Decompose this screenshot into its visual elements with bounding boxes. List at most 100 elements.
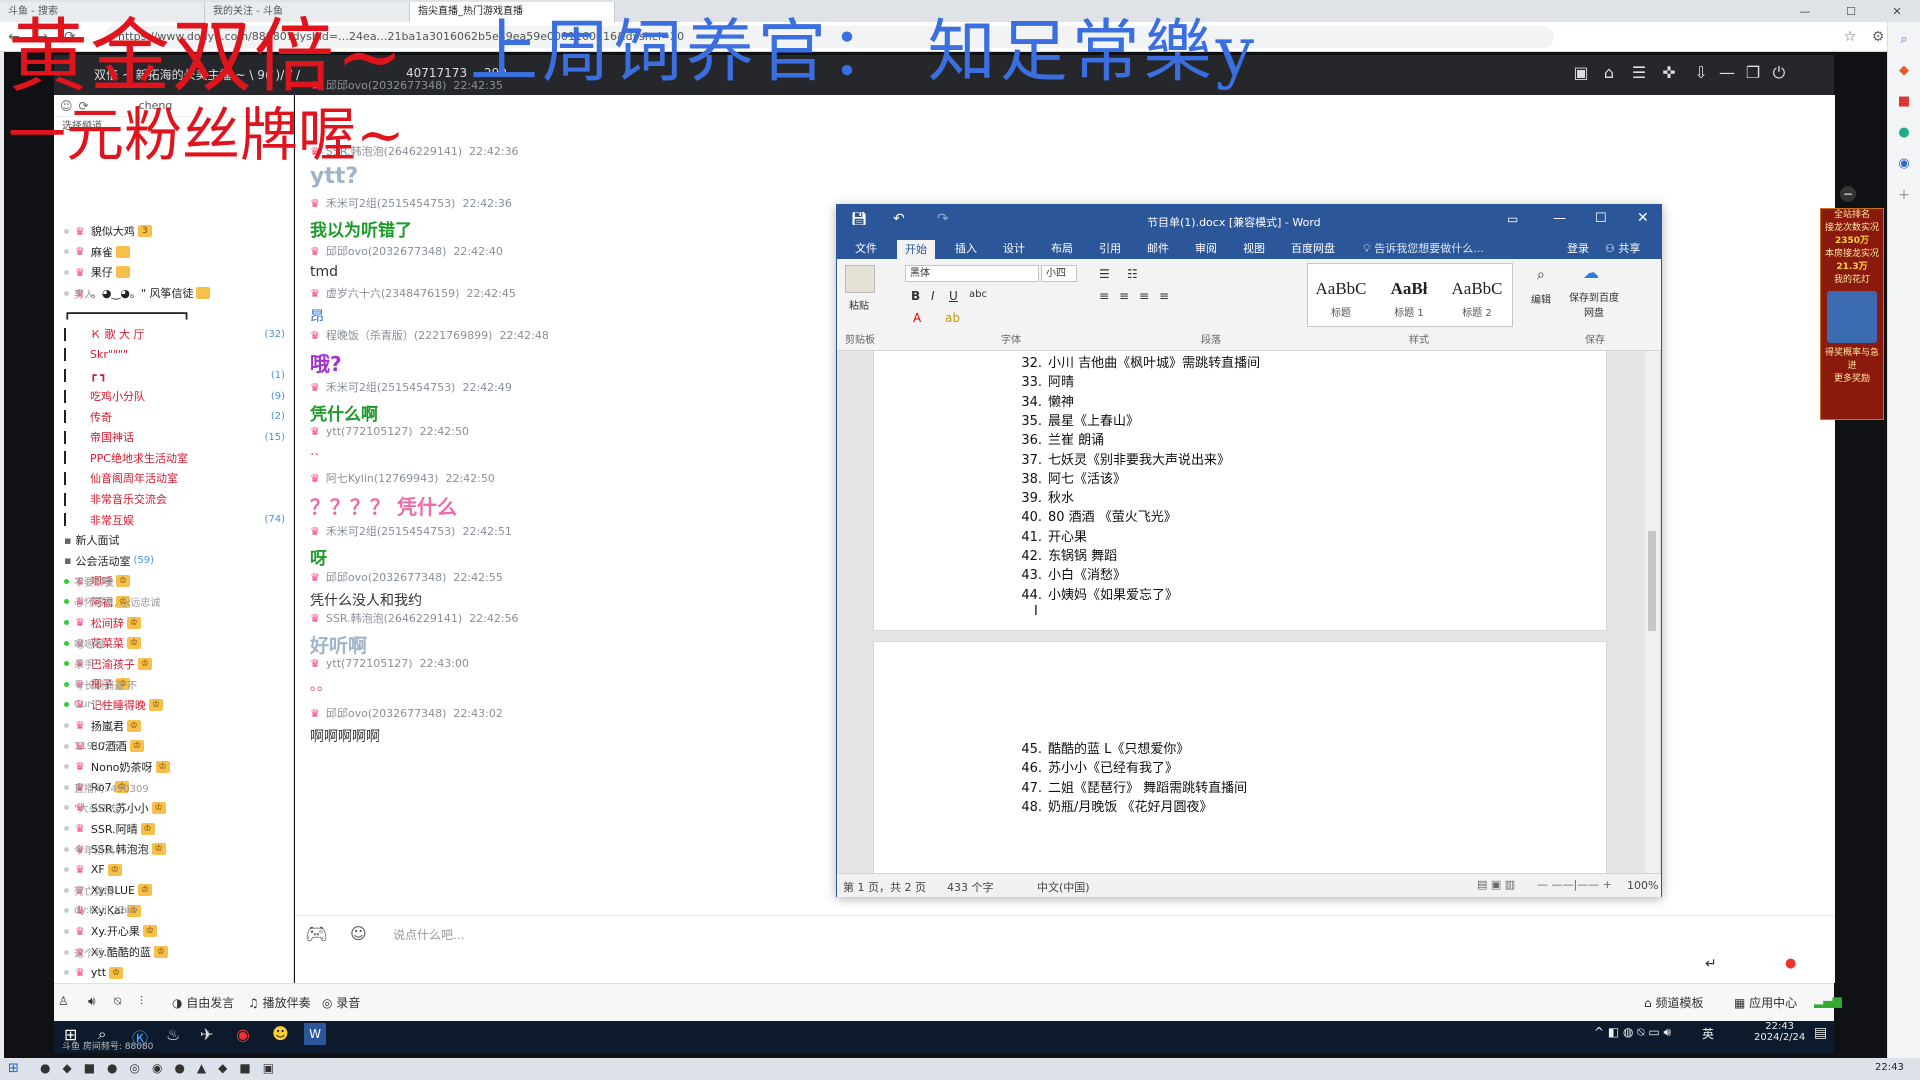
mic-icon[interactable]: ⍉ bbox=[114, 994, 121, 1009]
save-icon[interactable]: 💾︎ bbox=[851, 212, 868, 227]
page-count[interactable]: 第 1 页，共 2 页 bbox=[843, 879, 926, 895]
highlight-button[interactable]: ab bbox=[945, 311, 960, 325]
save-baidu-button[interactable]: 保存到百度网盘 bbox=[1569, 289, 1619, 319]
doc-line[interactable]: 32. 小川 吉他曲《枫叶城》需跳转直播间 bbox=[1014, 352, 1260, 371]
doc-line[interactable]: 33. 阿晴 bbox=[1014, 371, 1074, 390]
align-right-icon[interactable]: ≡ bbox=[1139, 289, 1149, 303]
doc-line[interactable]: 34. 懒神 bbox=[1014, 391, 1074, 410]
office-icon[interactable]: ◉ bbox=[1888, 156, 1920, 171]
zoom-level[interactable]: 100% bbox=[1627, 879, 1658, 892]
tab-home[interactable]: 开始 bbox=[897, 240, 935, 259]
chat-username[interactable]: 虚岁六十六(2348476159) bbox=[326, 287, 460, 300]
vertical-scrollbar[interactable] bbox=[1645, 351, 1659, 873]
chat-username[interactable]: 禾米可2组(2515454753) bbox=[326, 525, 456, 538]
doc-line[interactable]: 40. 80 酒酒 《萤火飞光》 bbox=[1014, 506, 1177, 525]
member-row[interactable]: ♛ 麻雀 bbox=[54, 242, 293, 263]
find-icon[interactable]: ⌕ bbox=[1537, 267, 1545, 283]
power-icon[interactable]: ⏻ bbox=[1766, 63, 1792, 87]
word-count[interactable]: 433 个字 bbox=[947, 879, 994, 895]
member-row[interactable]: ♛ SSR.韩泡泡 ♔ 今年刚满 bbox=[54, 839, 293, 860]
word-maximize-button[interactable]: ☐ bbox=[1595, 211, 1607, 226]
member-row[interactable]: ♛ Ro7 ♔ 直播间: 490309 bbox=[54, 777, 293, 798]
close-button[interactable]: ✕ bbox=[1874, 5, 1920, 18]
search-icon[interactable]: ⌕ bbox=[1888, 32, 1920, 47]
tab-file[interactable]: 文件 bbox=[855, 240, 877, 256]
baidu-cloud-icon[interactable]: ☁ bbox=[1583, 263, 1599, 282]
group-row[interactable]: PPC绝地求生活动室 bbox=[54, 448, 293, 469]
chat-username[interactable]: 禾米可2组(2515454753) bbox=[326, 197, 456, 210]
redo-icon[interactable]: ↷ bbox=[937, 211, 949, 227]
doc-line[interactable]: 43. 小白《消愁》 bbox=[1014, 564, 1126, 583]
group-row[interactable]: Skr"""" bbox=[54, 345, 293, 366]
doc-line[interactable]: 35. 晨星《上春山》 bbox=[1014, 410, 1139, 429]
chat-username[interactable]: ytt(772105127) bbox=[326, 657, 413, 670]
align-center-icon[interactable]: ≡ bbox=[1119, 289, 1129, 303]
group-row[interactable]: 帝国神话 (15) bbox=[54, 427, 293, 448]
record-button[interactable]: ◎ 录音 bbox=[322, 994, 360, 1011]
underline-button[interactable]: U bbox=[949, 289, 958, 303]
member-row[interactable]: ♛ 80酒酒 ♔ 11917755 bbox=[54, 736, 293, 757]
ribbon-display-icon[interactable]: ▭ bbox=[1507, 212, 1518, 226]
windows-icon[interactable]: ⊞ bbox=[64, 1025, 77, 1044]
member-row[interactable]: ♛ 椰子 ♔ 号长期捕盗 不 bbox=[54, 674, 293, 695]
align-left-icon[interactable]: ≡ bbox=[1099, 289, 1109, 303]
doc-line[interactable]: 42. 东锅锅 舞蹈 bbox=[1014, 545, 1117, 564]
star-icon[interactable]: ☆ bbox=[1836, 29, 1864, 45]
minimize-button[interactable]: — bbox=[1782, 5, 1828, 18]
gift-panel[interactable]: 全站排名 接龙次数实况 2350万 本房接龙实况 21.3万 我的花灯 得奖概率… bbox=[1820, 208, 1884, 420]
language[interactable]: 中文(中国) bbox=[1037, 879, 1090, 895]
yy-icon[interactable]: ☻ bbox=[272, 1024, 289, 1043]
screen-icon[interactable]: ▣ bbox=[1568, 63, 1594, 87]
group-row[interactable]: ┏ ┓ (1) bbox=[54, 365, 293, 386]
member-row[interactable]: ♛ Xy.开心果 ♔ bbox=[54, 921, 293, 942]
scrollbar-thumb[interactable] bbox=[1648, 531, 1656, 631]
numbering-icon[interactable]: ☷ bbox=[1127, 267, 1138, 281]
tab-design[interactable]: 设计 bbox=[1003, 240, 1025, 256]
maximize-button[interactable]: ☐ bbox=[1828, 5, 1874, 18]
section-row[interactable]: ▪ 公会活动室 (59) bbox=[54, 551, 293, 572]
member-row[interactable]: ♛ 扬嵐君 ♔ bbox=[54, 715, 293, 736]
ime-indicator[interactable]: 英 bbox=[1702, 1025, 1714, 1042]
shopping-icon[interactable]: ◆ bbox=[1888, 63, 1920, 78]
download-icon[interactable]: ⇩ bbox=[1688, 63, 1714, 87]
windows-icon[interactable]: ⊞ bbox=[8, 1061, 19, 1076]
member-row[interactable]: ♛ 。◕‿◕。" 风筝信徒 男人 bbox=[54, 283, 293, 304]
tools-icon[interactable]: ■ bbox=[1888, 94, 1920, 109]
member-row[interactable]: ♛ 貌似大鸡 3 bbox=[54, 221, 293, 242]
accompany-button[interactable]: ♫ 播放伴奏 bbox=[248, 994, 311, 1011]
chrome-icon[interactable]: ◉ bbox=[236, 1025, 250, 1044]
tab-review[interactable]: 审阅 bbox=[1195, 240, 1217, 256]
member-row[interactable]: ♛ 唧呼 ♔ 不要帮我 bbox=[54, 571, 293, 592]
member-row[interactable]: ♛ 松间辞 ♔ bbox=[54, 612, 293, 633]
tab-insert[interactable]: 插入 bbox=[955, 240, 977, 256]
chat-username[interactable]: 禾米可2组(2515454753) bbox=[326, 381, 456, 394]
chat-username[interactable]: ytt(772105127) bbox=[326, 425, 413, 438]
word-close-button[interactable]: ✕ bbox=[1637, 210, 1649, 226]
close-gift-icon[interactable]: − bbox=[1840, 186, 1856, 202]
view-icons[interactable]: ▤ ▣ ▥ bbox=[1477, 878, 1515, 891]
app-center-button[interactable]: ▦ 应用中心 bbox=[1734, 994, 1797, 1011]
group-row[interactable]: 吃鸡小分队 (9) bbox=[54, 386, 293, 407]
group-row[interactable]: 传奇 (2) bbox=[54, 406, 293, 427]
undo-icon[interactable]: ↶ bbox=[893, 211, 905, 227]
app-icon[interactable]: ✈ bbox=[200, 1025, 213, 1044]
gamepad-icon[interactable]: 🎮︎ bbox=[305, 924, 328, 945]
tab-baidu[interactable]: 百度网盘 bbox=[1291, 240, 1335, 256]
gamepad-icon[interactable]: ✜ bbox=[1656, 63, 1682, 87]
kugou-icon[interactable]: Ⓚ bbox=[132, 1025, 148, 1049]
chat-username[interactable]: 程晚饭（杀青版）(2221769899) bbox=[326, 329, 493, 342]
doc-line[interactable]: 38. 阿七《活该》 bbox=[1014, 468, 1126, 487]
tab-view[interactable]: 视图 bbox=[1243, 240, 1265, 256]
member-row[interactable]: ♛ ytt ♔ bbox=[54, 962, 293, 983]
justify-icon[interactable]: ≡ bbox=[1159, 289, 1169, 303]
chat-username[interactable]: 邱邱ovo(2032677348) bbox=[326, 571, 447, 584]
gift-line6[interactable]: 更多奖励 bbox=[1821, 373, 1883, 386]
doc-line[interactable]: 47. 二姐《琵琶行》 舞蹈需跳转直播间 bbox=[1014, 777, 1247, 796]
avatar-icon[interactable]: ♙ bbox=[58, 994, 69, 1008]
member-row[interactable]: ♛ 花菜菜 ♔ 嗯嗯嗯 bbox=[54, 633, 293, 654]
bullets-icon[interactable]: ☰ bbox=[1099, 267, 1110, 281]
emoji-icon[interactable]: ☺ bbox=[350, 924, 367, 943]
share-button[interactable]: ⚇ 共享 bbox=[1605, 240, 1640, 256]
member-row[interactable]: ♛ Xy.BLUE ♔ 死亡真情 bbox=[54, 880, 293, 901]
style-heading[interactable]: AaBbC 标题 bbox=[1308, 274, 1374, 326]
